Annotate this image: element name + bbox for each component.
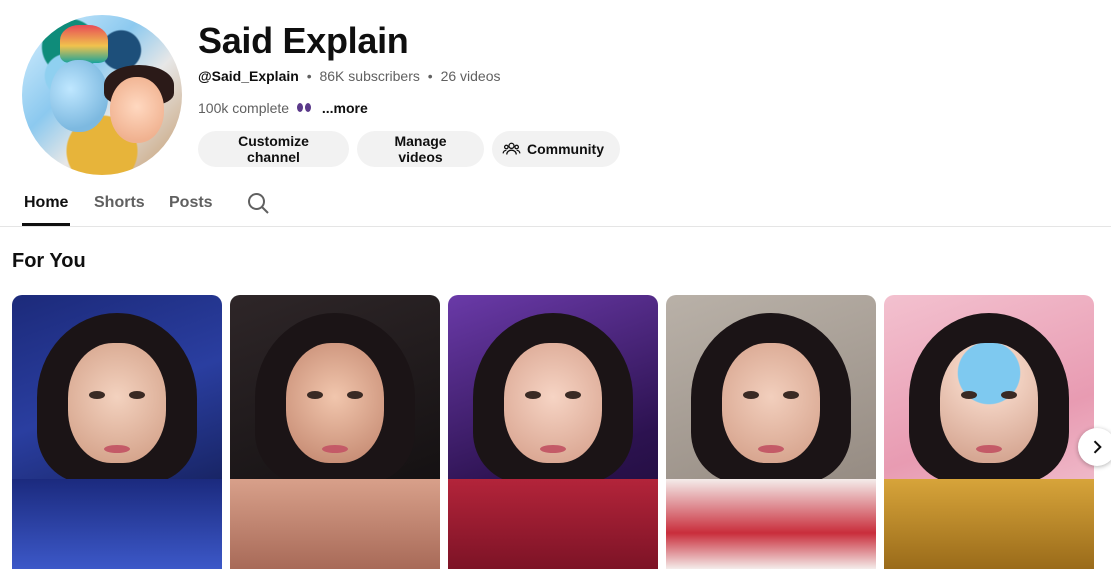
more-link[interactable]: ...more: [322, 100, 368, 116]
avatar-crown-art: [60, 25, 108, 63]
channel-avatar[interactable]: [22, 15, 182, 175]
short-thumbnail[interactable]: [884, 295, 1094, 569]
channel-meta: @Said_Explain • 86K subscribers • 26 vid…: [198, 68, 501, 84]
tab-posts[interactable]: Posts: [169, 194, 213, 212]
short-thumbnail[interactable]: [230, 295, 440, 569]
video-count: 26 videos: [440, 68, 501, 84]
channel-description[interactable]: 100k complete ...more: [198, 100, 368, 116]
short-thumbnail[interactable]: [12, 295, 222, 569]
tab-home[interactable]: Home: [24, 194, 68, 212]
tab-home-selected-indicator: [22, 223, 70, 226]
description-text: 100k complete: [198, 100, 290, 116]
avatar-face-left-art: [50, 60, 108, 132]
meta-separator: •: [427, 68, 433, 84]
channel-tabs: Home Shorts Posts: [0, 180, 1111, 227]
community-button[interactable]: Community: [492, 131, 620, 167]
community-label: Community: [527, 141, 604, 157]
avatar-face-right-art: [110, 77, 164, 143]
subscriber-count: 86K subscribers: [319, 68, 420, 84]
channel-handle: @Said_Explain: [198, 68, 299, 84]
people-icon: [502, 142, 521, 155]
search-icon[interactable]: [246, 191, 270, 215]
meta-separator: •: [306, 68, 312, 84]
chevron-right-icon: [1093, 440, 1102, 454]
next-button[interactable]: [1078, 428, 1111, 466]
short-thumbnail[interactable]: [448, 295, 658, 569]
eyes-emoji-icon: [296, 102, 312, 114]
channel-name: Said Explain: [198, 20, 409, 61]
short-thumbnail[interactable]: [666, 295, 876, 569]
customize-channel-button[interactable]: Customize channel: [198, 131, 349, 167]
manage-videos-button[interactable]: Manage videos: [357, 131, 484, 167]
section-title: For You: [12, 250, 86, 272]
tab-shorts[interactable]: Shorts: [94, 194, 145, 212]
